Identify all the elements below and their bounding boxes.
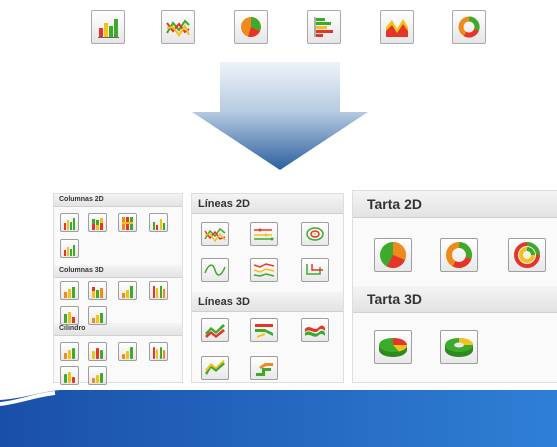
column-clustered-3d-button[interactable] xyxy=(60,281,79,300)
stacked-line-icon xyxy=(253,263,275,277)
down-arrow-icon xyxy=(192,62,368,170)
line-stacked-2d-button[interactable] xyxy=(250,258,278,282)
column-chart-button[interactable] xyxy=(91,10,125,44)
multilevel-donut-icon xyxy=(514,242,540,268)
line-3d-step-button[interactable] xyxy=(250,356,278,380)
line-step-2d-button[interactable] xyxy=(301,258,329,282)
line-3d-icon xyxy=(205,324,225,338)
cylinder-icon xyxy=(63,347,75,359)
cylinder-alt2-button[interactable] xyxy=(88,366,107,385)
pie-2d-basic-button[interactable] xyxy=(374,238,412,272)
column-chart-icon xyxy=(98,19,119,38)
pie-3d-icon xyxy=(379,338,408,357)
lines-3d-header: Líneas 3D xyxy=(192,292,343,312)
cylinder-icon xyxy=(121,346,133,359)
cylinder-icon xyxy=(63,371,75,383)
line-chart-icon xyxy=(166,19,190,37)
column-3d-icon xyxy=(91,312,103,323)
column-3d-icon xyxy=(63,286,75,298)
cylinder-alt-button[interactable] xyxy=(60,366,79,385)
line-3d-icon xyxy=(205,360,225,375)
donut-3d-icon xyxy=(445,338,473,357)
pie-chart-button[interactable] xyxy=(234,10,268,44)
pie-3d-donut-button[interactable] xyxy=(440,330,478,364)
column-stacked-3d-button[interactable] xyxy=(88,281,107,300)
grouped-column-icon xyxy=(63,244,75,256)
column-3d-alt-button[interactable] xyxy=(60,306,79,325)
column-clustered-2d-button[interactable] xyxy=(60,213,79,232)
column-grouped-3d-button[interactable] xyxy=(149,281,168,300)
bar-chart-button[interactable] xyxy=(307,10,341,44)
cylinder-percent-button[interactable] xyxy=(118,342,137,361)
donut-chart-button[interactable] xyxy=(452,10,486,44)
line-3d-icon xyxy=(305,325,325,337)
line-markers-icon xyxy=(254,228,274,241)
pie-3d-basic-button[interactable] xyxy=(374,330,412,364)
cylinder-grouped-button[interactable] xyxy=(149,342,168,361)
columns-2d-header: Columnas 2D xyxy=(54,194,182,207)
area-chart-button[interactable] xyxy=(380,10,414,44)
radar-line-icon xyxy=(306,227,324,241)
cylinder-clustered-button[interactable] xyxy=(60,342,79,361)
pie-chart-icon xyxy=(380,242,406,268)
step-line-icon xyxy=(306,264,323,275)
cylinder-icon xyxy=(91,372,103,383)
donut-chart-icon xyxy=(458,16,480,38)
donut-chart-icon xyxy=(446,242,472,268)
column-3d-alt2-button[interactable] xyxy=(88,306,107,325)
column-percent-2d-button[interactable] xyxy=(118,213,137,232)
line-3d-smooth-button[interactable] xyxy=(301,318,329,342)
line-radar-2d-button[interactable] xyxy=(301,222,329,246)
line-smooth-2d-button[interactable] xyxy=(201,258,229,282)
line-chart-icon xyxy=(204,227,226,243)
lines-2d-header: Líneas 2D xyxy=(192,194,343,214)
area-chart-icon xyxy=(386,19,408,37)
cylinder-icon xyxy=(91,347,103,359)
column-grouped-2d-alt-button[interactable] xyxy=(60,239,79,258)
column-3d-icon xyxy=(63,311,75,323)
percent-column-icon xyxy=(121,216,133,230)
line-3d-alt-button[interactable] xyxy=(201,356,229,380)
clustered-column-icon xyxy=(63,217,75,230)
pie-2d-donut-button[interactable] xyxy=(440,238,478,272)
line-markers-2d-button[interactable] xyxy=(250,222,278,246)
line-basic-2d-button[interactable] xyxy=(201,222,229,246)
column-3d-icon xyxy=(152,285,165,298)
line-3d-icon xyxy=(256,363,273,376)
pie-chart-icon xyxy=(241,17,261,37)
column-stacked-2d-button[interactable] xyxy=(88,213,107,232)
smooth-line-icon xyxy=(204,264,226,276)
decorative-wave xyxy=(0,390,557,447)
stacked-column-icon xyxy=(91,217,103,230)
line-3d-icon xyxy=(255,324,273,338)
stacked-column-3d-icon xyxy=(91,286,103,298)
line-3d-basic-button[interactable] xyxy=(201,318,229,342)
line-chart-button[interactable] xyxy=(161,10,195,44)
pie-2d-multilevel-button[interactable] xyxy=(508,238,546,272)
column-grouped-2d-button[interactable] xyxy=(149,213,168,232)
column-percent-3d-button[interactable] xyxy=(118,281,137,300)
bar-chart-icon xyxy=(314,17,333,37)
pie-2d-header: Tarta 2D xyxy=(353,191,557,218)
cylinder-icon xyxy=(152,346,165,359)
columns-3d-header: Columnas 3D xyxy=(54,265,182,278)
line-3d-stacked-button[interactable] xyxy=(250,318,278,342)
cylinder-stacked-button[interactable] xyxy=(88,342,107,361)
grouped-column-icon xyxy=(152,218,165,230)
column-3d-icon xyxy=(121,285,133,298)
pie-3d-header: Tarta 3D xyxy=(353,286,557,313)
